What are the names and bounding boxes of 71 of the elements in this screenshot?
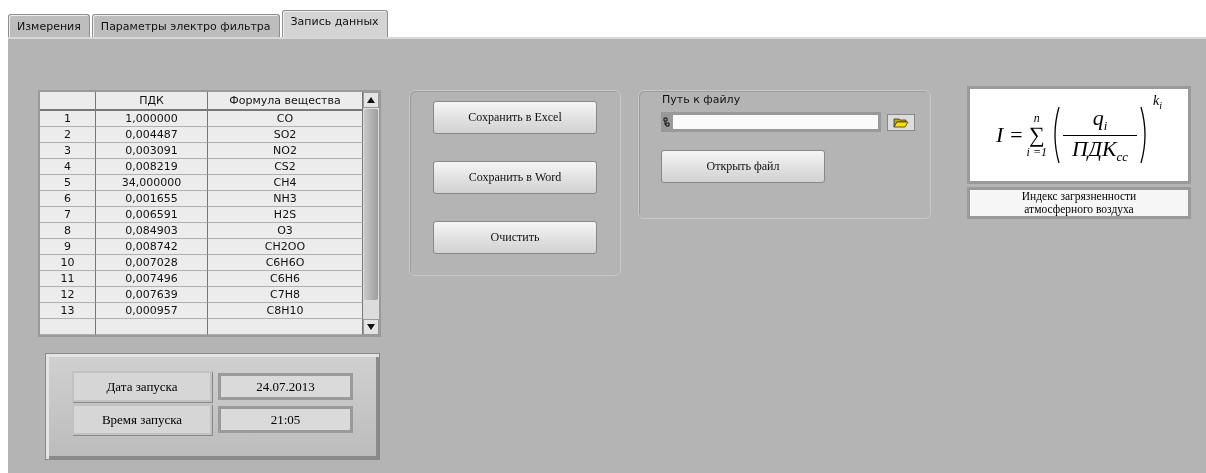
table-cell <box>40 319 96 335</box>
row-index: 1 <box>40 111 96 127</box>
table-cell: 34,000000 <box>96 175 208 191</box>
table-cell: 0,008742 <box>96 239 208 255</box>
action-button[interactable]: Очистить <box>433 221 597 254</box>
action-button[interactable]: Сохранить в Word <box>433 161 597 194</box>
scrollbar[interactable] <box>363 92 379 335</box>
table-cell: 0,001655 <box>96 191 208 207</box>
sum-upper: n <box>1033 112 1040 124</box>
table-cell: CH2OO <box>208 239 363 255</box>
launch-value: 21:05 <box>218 406 353 433</box>
row-index: 12 <box>40 287 96 303</box>
launch-label: Время запуска <box>72 404 212 435</box>
exponent: k$_{i}$ <box>1153 93 1163 111</box>
open-file-button[interactable]: Открыть файл <box>661 150 825 183</box>
row-index: 8 <box>40 223 96 239</box>
sum-lower: i =1 <box>1026 146 1048 158</box>
scroll-thumb[interactable] <box>364 109 378 300</box>
down-arrow-icon <box>367 324 375 330</box>
up-arrow-icon <box>367 97 375 103</box>
row-index: 7 <box>40 207 96 223</box>
table-cell: NH3 <box>208 191 363 207</box>
numerator: q$_{i}$ <box>1092 105 1108 135</box>
folder-icon <box>893 116 909 128</box>
path-field[interactable] <box>661 112 881 132</box>
tab[interactable]: Измерения <box>8 14 90 37</box>
table-cell: SO2 <box>208 127 363 143</box>
table-cell: 0,008219 <box>96 159 208 175</box>
table-cell: C6H6O <box>208 255 363 271</box>
row-index: 9 <box>40 239 96 255</box>
table-cell: 0,006591 <box>96 207 208 223</box>
table-cell: 0,007639 <box>96 287 208 303</box>
table-cell: 0,084903 <box>96 223 208 239</box>
action-button[interactable]: Сохранить в Excel <box>433 101 597 134</box>
launch-value: 24.07.2013 <box>218 373 353 400</box>
table-cell: CO <box>208 111 363 127</box>
row-index: 4 <box>40 159 96 175</box>
row-index: 13 <box>40 303 96 319</box>
table-cell: C8H10 <box>208 303 363 319</box>
row-index: 5 <box>40 175 96 191</box>
table-cell: 0,000957 <box>96 303 208 319</box>
table-cell: C7H8 <box>208 287 363 303</box>
table-cell: NO2 <box>208 143 363 159</box>
table-cell: 1,000000 <box>96 111 208 127</box>
row-index: 6 <box>40 191 96 207</box>
row-index: 11 <box>40 271 96 287</box>
table-cell: 0,007028 <box>96 255 208 271</box>
table-cell: 0,004487 <box>96 127 208 143</box>
table-cell: CS2 <box>208 159 363 175</box>
scroll-up-button[interactable] <box>363 92 379 108</box>
browse-button[interactable] <box>887 113 915 131</box>
formula-caption: Индекс загрязненности атмосферного воздуха <box>967 187 1191 219</box>
denominator: ПДК$_{cc}$ <box>1072 135 1129 165</box>
table-header <box>40 92 96 111</box>
table-cell: 0,007496 <box>96 271 208 287</box>
table-cell: CH4 <box>208 175 363 191</box>
tab[interactable]: Параметры электро фильтра <box>91 14 280 37</box>
table-cell: H2S <box>208 207 363 223</box>
tab[interactable]: Запись данных <box>281 10 388 37</box>
table-cell: 0,003091 <box>96 143 208 159</box>
sum-sign: ∑ <box>1029 124 1045 146</box>
scroll-down-button[interactable] <box>363 319 379 335</box>
path-label: Путь к файлу <box>662 93 742 106</box>
row-index: 2 <box>40 127 96 143</box>
table-cell: C6H6 <box>208 271 363 287</box>
column-header: ПДК <box>96 92 208 111</box>
launch-label: Дата запуска <box>72 371 212 402</box>
row-index: 3 <box>40 143 96 159</box>
table-cell: O3 <box>208 223 363 239</box>
formula-lhs: I = <box>995 122 1024 148</box>
row-index: 10 <box>40 255 96 271</box>
